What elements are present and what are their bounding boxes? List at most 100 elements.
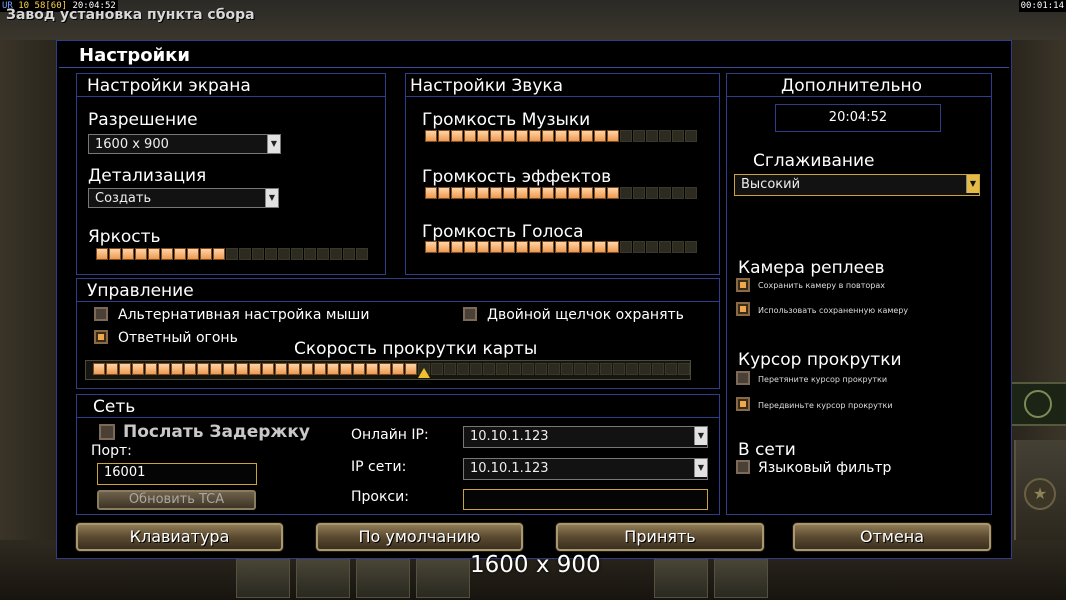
slider-segment[interactable] [451,241,463,253]
slider-segment[interactable] [594,187,606,199]
slider-segment[interactable] [470,363,482,375]
slider-segment[interactable] [200,248,212,260]
slider-segment[interactable] [356,248,368,260]
slider-segment[interactable] [184,363,196,375]
slider-segment[interactable] [314,363,326,375]
return-fire-checkbox[interactable] [94,330,108,344]
use-saved-camera-checkbox[interactable] [736,302,750,316]
defaults-button[interactable]: По умолчанию [316,523,523,551]
slider-segment[interactable] [213,248,225,260]
slider-segment[interactable] [581,130,593,142]
slider-segment[interactable] [542,130,554,142]
slider-segment[interactable] [659,130,671,142]
slider-segment[interactable] [226,248,238,260]
slider-segment[interactable] [291,248,303,260]
slider-segment[interactable] [594,241,606,253]
slider-segment[interactable] [509,363,521,375]
slider-segment[interactable] [148,248,160,260]
slider-segment[interactable] [633,130,645,142]
alt-mouse-checkbox[interactable] [94,307,108,321]
slider-segment[interactable] [607,187,619,199]
slider-segment[interactable] [503,241,515,253]
slider-segment[interactable] [327,363,339,375]
double-click-guard-checkbox[interactable] [463,307,477,321]
slider-segment[interactable] [574,363,586,375]
slider-segment[interactable] [483,363,495,375]
slider-segment[interactable] [249,363,261,375]
slider-segment[interactable] [561,363,573,375]
dropdown-arrow-icon[interactable]: ▼ [694,427,707,445]
slider-segment[interactable] [223,363,235,375]
slider-segment[interactable] [620,187,632,199]
slider-segment[interactable] [685,187,697,199]
slider-segment[interactable] [109,248,121,260]
scroll-thumb-icon[interactable] [418,368,430,378]
slider-segment[interactable] [330,248,342,260]
keyboard-button[interactable]: Клавиатура [76,523,283,551]
slider-segment[interactable] [646,130,658,142]
slider-segment[interactable] [672,187,684,199]
slider-segment[interactable] [405,363,417,375]
slider-segment[interactable] [529,241,541,253]
slider-segment[interactable] [587,363,599,375]
slider-segment[interactable] [516,241,528,253]
slider-segment[interactable] [187,248,199,260]
slider-segment[interactable] [516,187,528,199]
slider-segment[interactable] [161,248,173,260]
slider-segment[interactable] [477,241,489,253]
slider-segment[interactable] [542,187,554,199]
slider-segment[interactable] [457,363,469,375]
port-input[interactable]: 16001 [97,463,257,485]
slider-segment[interactable] [119,363,131,375]
music-volume-slider[interactable] [425,130,698,142]
slider-segment[interactable] [535,363,547,375]
slider-segment[interactable] [607,241,619,253]
slider-segment[interactable] [477,187,489,199]
slider-segment[interactable] [343,248,355,260]
slider-segment[interactable] [425,130,437,142]
send-delay-checkbox[interactable] [99,424,115,440]
slider-segment[interactable] [522,363,534,375]
lan-ip-dropdown[interactable]: 10.10.1.123 ▼ [463,458,708,480]
slider-segment[interactable] [529,187,541,199]
slider-segment[interactable] [135,248,147,260]
slider-segment[interactable] [490,130,502,142]
slider-segment[interactable] [659,241,671,253]
brightness-slider[interactable] [96,248,369,260]
effects-volume-slider[interactable] [425,187,698,199]
slider-segment[interactable] [659,187,671,199]
slider-segment[interactable] [158,363,170,375]
slider-segment[interactable] [451,130,463,142]
slider-segment[interactable] [304,248,316,260]
slider-segment[interactable] [496,363,508,375]
slider-segment[interactable] [685,241,697,253]
slider-segment[interactable] [581,187,593,199]
slider-segment[interactable] [122,248,134,260]
resolution-dropdown[interactable]: 1600 x 900 ▼ [88,134,281,154]
slider-segment[interactable] [555,130,567,142]
dropdown-arrow-icon[interactable]: ▼ [694,459,707,477]
slider-segment[interactable] [639,363,651,375]
slider-segment[interactable] [301,363,313,375]
slider-segment[interactable] [106,363,118,375]
slider-segment[interactable] [438,130,450,142]
slider-segment[interactable] [262,363,274,375]
slider-segment[interactable] [581,241,593,253]
dropdown-arrow-icon[interactable]: ▼ [267,135,280,153]
slider-segment[interactable] [490,187,502,199]
accept-button[interactable]: Принять [556,523,764,551]
cancel-button[interactable]: Отмена [793,523,991,551]
slider-segment[interactable] [568,187,580,199]
slider-segment[interactable] [425,187,437,199]
slider-segment[interactable] [568,130,580,142]
slider-segment[interactable] [464,130,476,142]
slider-segment[interactable] [665,363,677,375]
slider-segment[interactable] [633,187,645,199]
slider-segment[interactable] [278,248,290,260]
slider-segment[interactable] [132,363,144,375]
online-ip-dropdown[interactable]: 10.10.1.123 ▼ [463,426,708,448]
slider-segment[interactable] [678,363,690,375]
slider-segment[interactable] [451,187,463,199]
update-tca-button[interactable]: Обновить TCA [97,490,256,510]
slider-segment[interactable] [548,363,560,375]
